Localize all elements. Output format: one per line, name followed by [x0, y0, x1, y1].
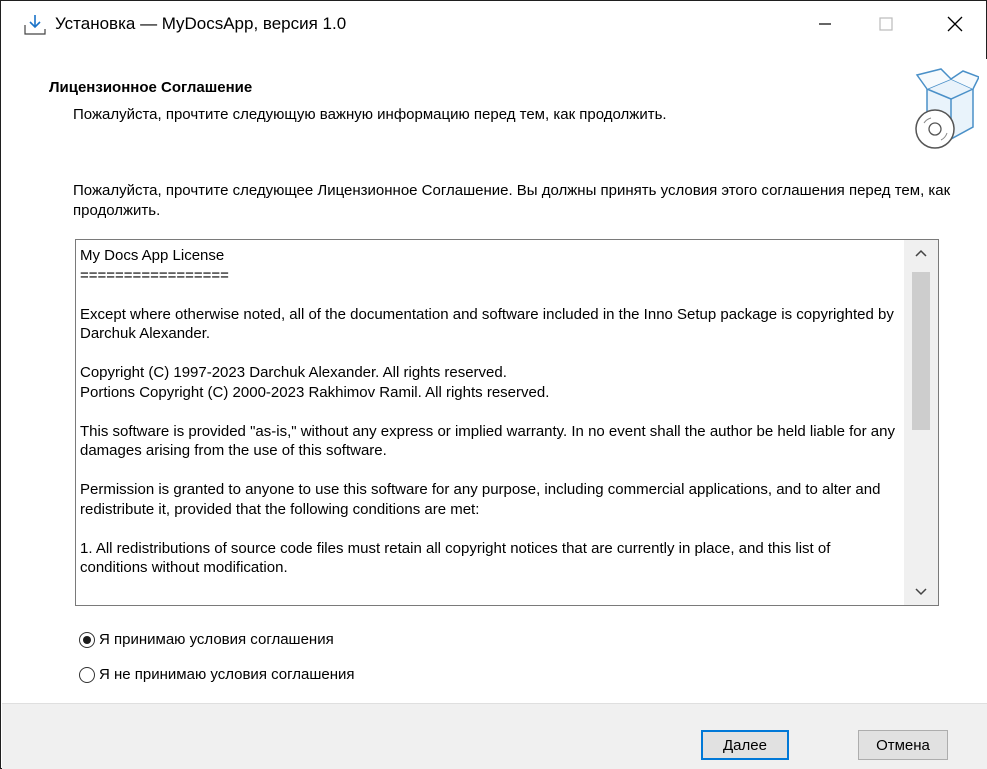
scroll-up-button[interactable] — [904, 240, 938, 266]
accept-radio[interactable] — [79, 631, 95, 648]
minimize-icon — [819, 23, 831, 25]
decline-option[interactable]: Я не принимаю условия соглашения — [79, 666, 355, 683]
scroll-down-button[interactable] — [904, 579, 938, 605]
license-text: My Docs App License ================= Ex… — [80, 247, 895, 576]
accept-label: Я принимаю условия соглашения — [99, 631, 334, 648]
download-install-icon — [24, 15, 46, 35]
wizard-header: Лицензионное Соглашение Пожалуйста, проч… — [2, 59, 987, 157]
close-icon — [947, 16, 963, 32]
page-title: Лицензионное Соглашение — [49, 79, 253, 96]
chevron-up-icon — [915, 249, 927, 257]
minimize-button[interactable] — [796, 1, 854, 47]
maximize-icon — [879, 17, 893, 31]
cancel-button[interactable]: Отмена — [858, 730, 948, 760]
close-button[interactable] — [926, 1, 984, 47]
license-scrollbar[interactable] — [904, 240, 938, 605]
chevron-down-icon — [915, 588, 927, 596]
scrollbar-thumb[interactable] — [912, 272, 930, 430]
next-button[interactable]: Далее — [701, 730, 789, 760]
window-title: Установка — MyDocsApp, версия 1.0 — [55, 14, 347, 33]
wizard-footer: Далее Отмена — [2, 703, 987, 769]
decline-radio[interactable] — [79, 666, 95, 683]
accept-option[interactable]: Я принимаю условия соглашения — [79, 631, 334, 648]
title-bar[interactable]: Установка — MyDocsApp, версия 1.0 — [1, 1, 986, 47]
wizard-content: Пожалуйста, прочтите следующее Лицензион… — [2, 157, 987, 703]
maximize-button — [857, 1, 915, 47]
page-subtitle: Пожалуйста, прочтите следующую важную ин… — [73, 106, 667, 123]
license-text-box[interactable]: My Docs App License ================= Ex… — [75, 239, 939, 606]
radio-selected-dot — [83, 635, 91, 644]
license-intro-text: Пожалуйста, прочтите следующее Лицензион… — [73, 182, 951, 219]
box-disc-icon — [915, 68, 979, 149]
decline-label: Я не принимаю условия соглашения — [99, 666, 355, 683]
installer-window: Установка — MyDocsApp, версия 1.0 Лиценз… — [0, 0, 987, 769]
